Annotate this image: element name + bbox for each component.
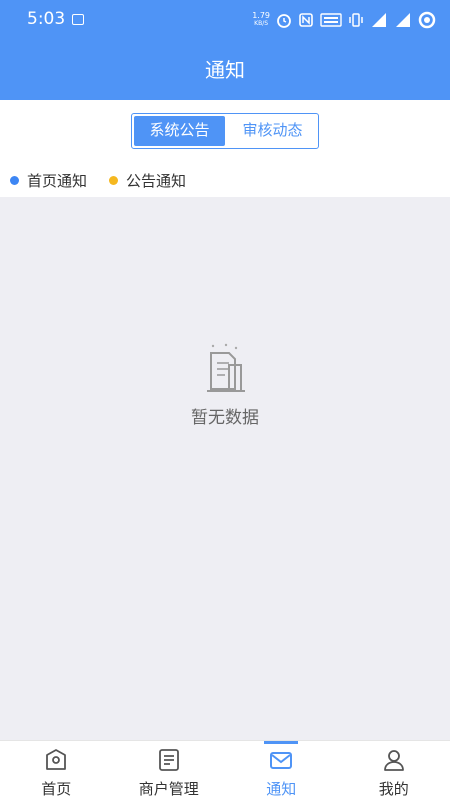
signal-4g-icon: [370, 12, 388, 28]
legend-label: 公告通知: [126, 170, 186, 191]
blue-dot-icon: [10, 176, 19, 185]
user-icon: [381, 747, 407, 773]
legend-item-announcement-notice: 公告通知: [109, 170, 186, 191]
tab-label: 首页: [0, 778, 113, 799]
network-speed: 1.79 KB/S: [252, 12, 270, 28]
merchant-list-icon: [156, 747, 182, 773]
empty-state-text: 暂无数据: [0, 403, 450, 428]
tab-notifications[interactable]: 通知: [225, 741, 338, 801]
nfc-icon: [298, 12, 314, 28]
tab-system-announcement[interactable]: 系统公告: [134, 116, 225, 146]
tab-merchant-management[interactable]: 商户管理: [113, 741, 226, 801]
status-bar: 5:03 1.79 KB/S: [0, 0, 450, 40]
legend: 首页通知 公告通知: [0, 170, 450, 192]
tab-review-updates[interactable]: 审核动态: [227, 114, 318, 148]
alarm-icon: [276, 12, 292, 28]
bottom-tab-bar: 首页 商户管理 通知 我的: [0, 740, 450, 801]
legend-item-home-notice: 首页通知: [10, 170, 87, 191]
tab-label: 我的: [338, 778, 450, 799]
active-tab-indicator: [264, 741, 298, 744]
network-speed-unit: KB/S: [252, 20, 270, 28]
home-icon: [43, 747, 69, 773]
yellow-dot-icon: [109, 176, 118, 185]
network-speed-value: 1.79: [252, 12, 270, 20]
vibrate-icon: [348, 12, 364, 28]
notice-segment-control: 系统公告 审核动态: [131, 113, 319, 149]
status-time: 5:03: [27, 9, 65, 29]
mail-icon: [268, 747, 294, 773]
status-icons: 1.79 KB/S: [252, 8, 436, 32]
empty-document-icon: [203, 343, 247, 393]
battery-ring-icon: [418, 11, 436, 29]
tab-home[interactable]: 首页: [0, 741, 113, 801]
legend-label: 首页通知: [27, 170, 87, 191]
page-title: 通知: [0, 40, 450, 100]
tab-label: 通知: [225, 778, 338, 799]
signal-4g-icon: [394, 12, 412, 28]
tab-mine[interactable]: 我的: [338, 741, 450, 801]
app-header: 通知: [0, 40, 450, 100]
volte-icon: [320, 12, 342, 28]
tab-label: 商户管理: [113, 778, 226, 799]
photo-icon: [72, 14, 84, 25]
